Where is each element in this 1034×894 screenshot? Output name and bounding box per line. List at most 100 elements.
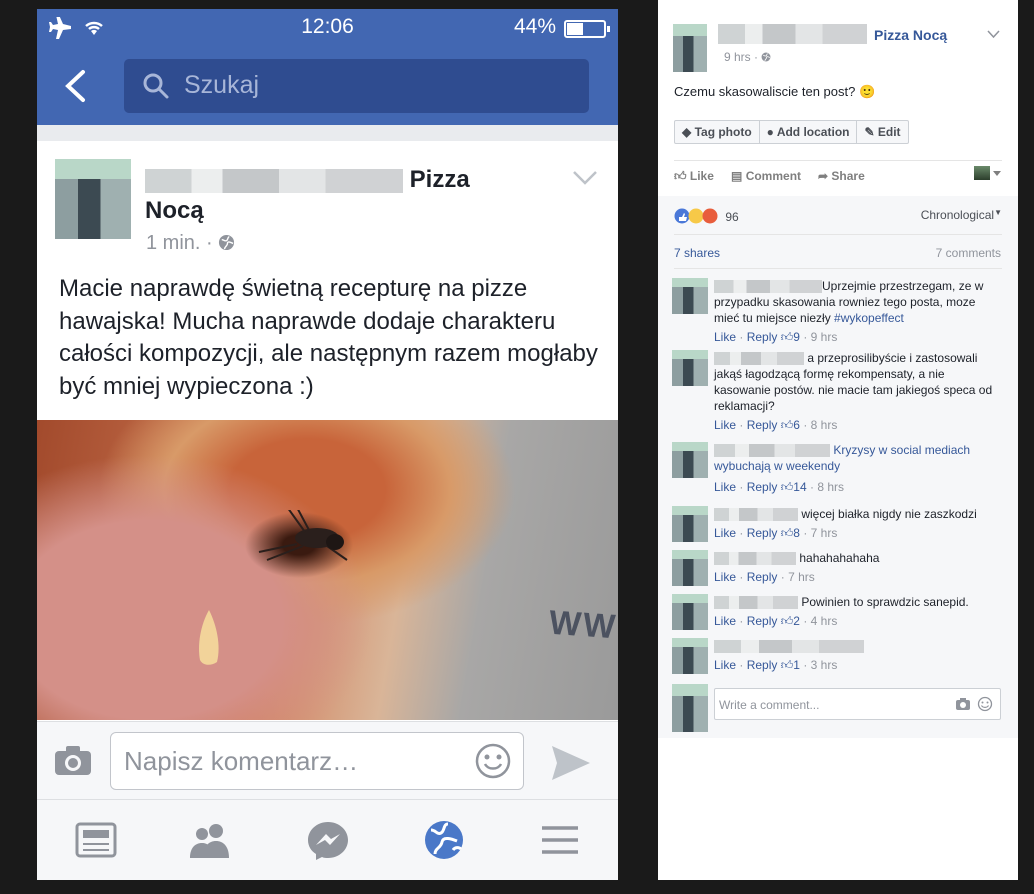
messenger-icon[interactable] <box>307 820 349 860</box>
emoji-icon[interactable] <box>977 696 993 712</box>
commenter-avatar[interactable] <box>672 278 708 314</box>
comment-time[interactable]: 4 hrs <box>811 614 838 628</box>
commenter-avatar[interactable] <box>672 550 708 586</box>
comment-like-link[interactable]: Like <box>714 526 736 540</box>
comment-like-count[interactable]: 6 <box>793 418 800 432</box>
commenter-name[interactable] <box>714 596 798 610</box>
comment-time[interactable]: 8 hrs <box>817 480 844 494</box>
commenter-avatar[interactable] <box>672 442 708 478</box>
post-header: Pizza Nocą 9 hrs · Czemu skasowaliscie t… <box>658 0 1018 196</box>
comment-time[interactable]: 7 hrs <box>811 526 838 540</box>
post-time[interactable]: 9 hrs <box>724 50 751 64</box>
share-icon: ➦ <box>818 169 829 183</box>
commenter-name[interactable] <box>714 508 798 522</box>
shares-count[interactable]: 7 shares <box>674 246 720 260</box>
desktop-screenshot: Pizza Nocą 9 hrs · Czemu skasowaliscie t… <box>658 0 1018 880</box>
comment-body: hahahahahaha <box>714 550 1004 566</box>
battery-percent: 44% <box>513 15 556 38</box>
comment-reply-link[interactable]: Reply <box>747 418 778 432</box>
commenter-avatar[interactable] <box>672 350 708 386</box>
camera-icon[interactable] <box>54 744 92 776</box>
comment-time[interactable]: 3 hrs <box>811 658 838 672</box>
comment-input[interactable]: Napisz komentarz… <box>110 732 524 790</box>
camera-icon[interactable] <box>955 696 971 712</box>
emoji-icon[interactable] <box>475 743 511 779</box>
comments-count[interactable]: 7 comments <box>936 246 1001 260</box>
menu-icon[interactable] <box>539 820 581 860</box>
search-input[interactable]: Szukaj <box>124 59 589 113</box>
feed-post: Pizza Nocą 1 min. · Macie naprawdę świet… <box>37 141 618 721</box>
tag-photo-button[interactable]: ◆ Tag photo <box>675 121 760 143</box>
comment-like-link[interactable]: Like <box>714 330 736 344</box>
author-avatar[interactable] <box>55 159 131 239</box>
author-avatar[interactable] <box>673 24 707 72</box>
comment-reply-link[interactable]: Reply <box>747 480 778 494</box>
back-arrow-icon[interactable] <box>59 69 93 103</box>
news-feed-icon[interactable] <box>75 820 117 860</box>
comment-time[interactable]: 8 hrs <box>811 418 838 432</box>
comment-like-count[interactable]: 9 <box>793 330 800 344</box>
comment-reply-link[interactable]: Reply <box>747 614 778 628</box>
share-as-avatar[interactable] <box>974 166 990 180</box>
commenter-avatar[interactable] <box>672 506 708 542</box>
commenter-name[interactable] <box>714 280 822 294</box>
blurred-name <box>714 280 822 294</box>
chevron-down-icon[interactable] <box>572 169 598 187</box>
comment-time[interactable]: 7 hrs <box>788 570 815 584</box>
friends-icon[interactable] <box>189 820 231 860</box>
comment-time[interactable]: 9 hrs <box>811 330 838 344</box>
comment-like-count[interactable]: 1 <box>793 658 800 672</box>
send-icon[interactable] <box>550 744 592 782</box>
comment-like-link[interactable]: Like <box>714 614 736 628</box>
reactions-summary[interactable]: 96 <box>674 208 739 224</box>
share-button[interactable]: ➦ Share <box>818 169 865 183</box>
comment-reply-link[interactable]: Reply <box>747 658 778 672</box>
post-time[interactable]: 1 min. <box>146 232 200 254</box>
edit-button[interactable]: ✎ Edit <box>857 121 907 143</box>
caret-down-icon[interactable] <box>993 171 1001 176</box>
status-bar: 12:06 44% <box>37 9 618 47</box>
commenter-avatar[interactable] <box>672 638 708 674</box>
bottom-tab-bar <box>37 799 618 880</box>
page-name[interactable]: Pizza Nocą <box>874 27 947 43</box>
write-comment-input[interactable]: Write a comment... <box>714 688 1001 720</box>
commenter-name[interactable] <box>714 352 804 366</box>
order-label: Chronological <box>920 208 995 222</box>
separator: · <box>803 526 808 540</box>
comment-button[interactable]: ▤ Comment <box>731 169 801 183</box>
comment-reply-link[interactable]: Reply <box>747 570 778 584</box>
comment-like-count[interactable]: 8 <box>793 526 800 540</box>
commenter-name[interactable] <box>714 444 830 458</box>
add-location-button[interactable]: ● Add location <box>760 121 858 143</box>
comment-reply-link[interactable]: Reply <box>747 526 778 540</box>
commenter-name[interactable] <box>714 640 864 654</box>
author-name[interactable]: Pizza Nocą <box>145 164 475 226</box>
caret-down-icon: ▼ <box>994 208 1002 217</box>
comment-like-count[interactable]: 14 <box>793 480 806 494</box>
globe-icon[interactable] <box>423 820 465 860</box>
comment-like-link[interactable]: Like <box>714 658 736 672</box>
author-name-line2: Nocą <box>145 197 204 224</box>
chevron-down-icon[interactable] <box>987 30 1000 39</box>
thumbs-up-icon: 👍︎ <box>780 614 794 628</box>
thumbs-up-icon: 👍︎ <box>674 169 687 183</box>
commenter-name[interactable] <box>714 552 796 566</box>
blurred-name <box>714 552 796 566</box>
hashtag-link[interactable]: #wykopeffect <box>834 311 904 325</box>
comment-like-link[interactable]: Like <box>714 480 736 494</box>
like-button[interactable]: 👍︎ Like <box>674 169 714 184</box>
add-location-label: Add location <box>776 125 850 139</box>
comment-like-link[interactable]: Like <box>714 418 736 432</box>
comment-body: a przeprosilibyście i zastosowali jakąś … <box>714 350 1004 414</box>
comment-like-count[interactable]: 2 <box>793 614 800 628</box>
comment-like-link[interactable]: Like <box>714 570 736 584</box>
comment-text: Powinien to sprawdzic sanepid. <box>801 595 969 609</box>
reactions-icon <box>674 208 718 224</box>
post-text: Macie naprawdę świetną recepturę na pizz… <box>59 275 598 400</box>
commenter-avatar[interactable] <box>672 594 708 630</box>
comment-order-dropdown[interactable]: Chronological▼ <box>921 208 1002 222</box>
post-photo[interactable]: WW <box>37 420 618 720</box>
comment-reply-link[interactable]: Reply <box>747 330 778 344</box>
thumbs-up-icon: 👍︎ <box>780 526 794 540</box>
comment-actions: Like · Reply 👍︎9 · 9 hrs <box>714 330 837 345</box>
